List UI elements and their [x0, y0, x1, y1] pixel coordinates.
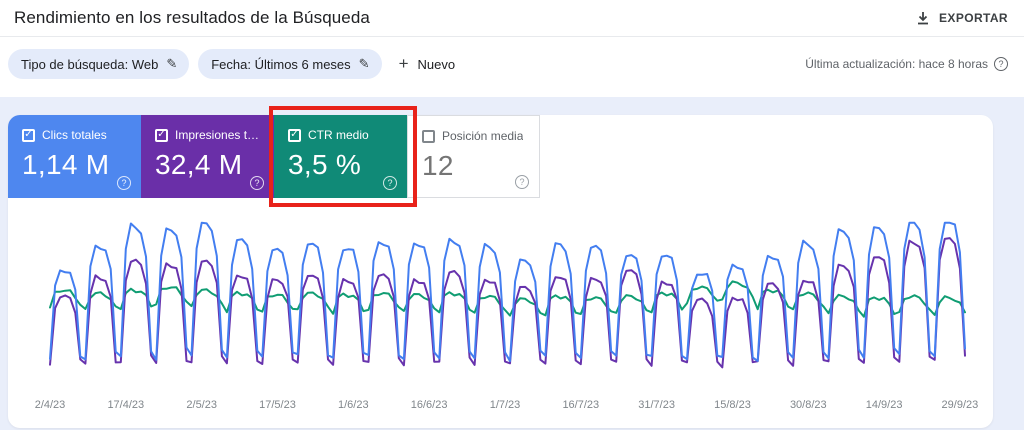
help-icon[interactable]: ? [994, 57, 1008, 71]
metric-tiles-row: ✓ Clics totales 1,14 M ? ✓ Impresiones t… [8, 115, 993, 198]
chart-area[interactable]: 2/4/23 17/4/23 2/5/23 17/5/23 1/6/23 16/6/23 1… [8, 198, 993, 428]
new-filter-label: Nuevo [417, 56, 456, 72]
metric-tile-position[interactable]: Posición media 12 ? [407, 115, 540, 198]
filter-chip-label: Tipo de búsqueda: Web [21, 56, 159, 72]
metric-label: CTR medio [308, 128, 369, 142]
checkbox-icon[interactable] [422, 129, 435, 143]
metric-tile-ctr[interactable]: ✓ CTR medio 3,5 % ? [274, 115, 407, 198]
x-tick-label: 1/6/23 [338, 399, 369, 411]
metric-value: 3,5 % [288, 149, 362, 180]
series-line-clicks [49, 221, 966, 363]
filter-chip-search-type[interactable]: Tipo de búsqueda: Web ✎ [8, 49, 190, 79]
metric-label: Impresiones totales [175, 128, 260, 142]
download-icon [916, 11, 930, 25]
checkbox-icon[interactable]: ✓ [22, 128, 35, 142]
edit-pencil-icon[interactable]: ✎ [359, 56, 370, 72]
x-tick-label: 15/8/23 [714, 399, 751, 411]
filter-chip-date-range[interactable]: Fecha: Últimos 6 meses ✎ [198, 49, 382, 79]
x-tick-label: 1/7/23 [490, 399, 521, 411]
performance-chart[interactable]: 2/4/23 17/4/23 2/5/23 17/5/23 1/6/23 16/6/23 1… [8, 198, 993, 428]
export-button[interactable]: EXPORTAR [916, 11, 1008, 25]
x-tick-label: 31/7/23 [638, 399, 675, 411]
page-header: Rendimiento en los resultados de la Búsq… [0, 0, 1024, 37]
x-tick-label: 30/8/23 [790, 399, 827, 411]
last-update-text: Última actualización: hace 8 horas [805, 57, 988, 71]
x-tick-label: 17/5/23 [259, 399, 296, 411]
export-label: EXPORTAR [939, 11, 1008, 25]
x-tick-label: 2/4/23 [35, 399, 66, 411]
x-tick-label: 17/4/23 [107, 399, 144, 411]
metric-label: Clics totales [42, 128, 107, 142]
checkbox-icon[interactable]: ✓ [288, 128, 301, 142]
metric-label: Posición media [442, 129, 524, 143]
x-tick-label: 16/6/23 [411, 399, 448, 411]
series-line-ctr [49, 280, 966, 318]
x-tick-label: 2/5/23 [186, 399, 217, 411]
help-icon[interactable]: ? [383, 176, 397, 190]
performance-card: ✓ Clics totales 1,14 M ? ✓ Impresiones t… [8, 106, 993, 428]
content-area: ✓ Clics totales 1,14 M ? ✓ Impresiones t… [0, 97, 1024, 428]
metric-value: 1,14 M [22, 149, 110, 180]
metric-value: 32,4 M [155, 149, 243, 180]
filter-bar: Tipo de búsqueda: Web ✎ Fecha: Últimos 6… [0, 37, 1024, 97]
checkbox-icon[interactable]: ✓ [155, 128, 168, 142]
edit-pencil-icon[interactable]: ✎ [166, 56, 177, 72]
last-update: Última actualización: hace 8 horas ? [805, 57, 1008, 71]
x-tick-label: 29/9/23 [942, 399, 979, 411]
help-icon[interactable]: ? [117, 176, 131, 190]
metric-tile-clicks[interactable]: ✓ Clics totales 1,14 M ? [8, 115, 141, 198]
filter-chip-label: Fecha: Últimos 6 meses [211, 56, 351, 72]
x-tick-label: 16/7/23 [562, 399, 599, 411]
help-icon[interactable]: ? [250, 176, 264, 190]
help-icon[interactable]: ? [515, 175, 529, 189]
metric-tile-impressions[interactable]: ✓ Impresiones totales 32,4 M ? [141, 115, 274, 198]
plus-icon: + [398, 54, 409, 73]
x-tick-label: 14/9/23 [866, 399, 903, 411]
metric-value: 12 [422, 150, 454, 181]
new-filter-button[interactable]: + Nuevo [399, 54, 456, 74]
page-title: Rendimiento en los resultados de la Búsq… [14, 8, 370, 27]
